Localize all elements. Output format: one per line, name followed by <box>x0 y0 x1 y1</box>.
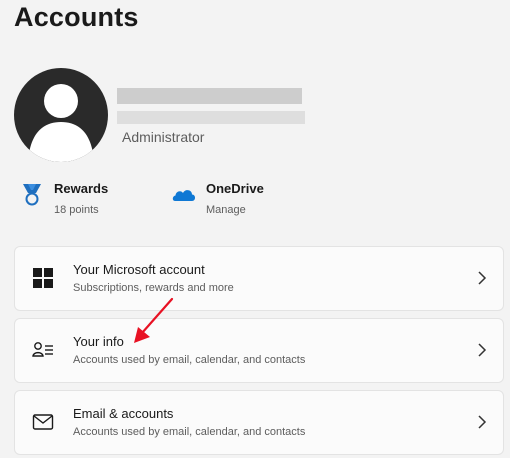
card-title: Email & accounts <box>73 406 174 421</box>
redacted-user-email <box>117 111 305 124</box>
onedrive-title: OneDrive <box>206 181 264 196</box>
mail-icon <box>32 414 54 430</box>
rewards-title: Rewards <box>54 181 109 196</box>
your-microsoft-account-card[interactable]: Your Microsoft account Subscriptions, re… <box>14 246 504 311</box>
card-subtitle: Subscriptions, rewards and more <box>73 282 234 294</box>
account-role: Administrator <box>122 129 205 145</box>
card-title: Your Microsoft account <box>73 262 205 277</box>
card-subtitle: Accounts used by email, calendar, and co… <box>73 354 306 366</box>
red-annotation-arrow <box>134 297 174 343</box>
avatar-silhouette-icon <box>28 84 94 162</box>
chevron-right-icon <box>478 415 487 429</box>
onedrive-manage: Manage <box>206 204 246 216</box>
chevron-right-icon <box>478 343 487 357</box>
rewards-medal-icon <box>23 184 41 206</box>
rewards-points: 18 points <box>54 204 99 216</box>
your-info-card[interactable]: Your info Accounts used by email, calend… <box>14 318 504 383</box>
card-title: Your info <box>73 334 124 349</box>
person-info-icon <box>32 342 53 357</box>
page-title: Accounts <box>14 2 139 32</box>
windows-logo-icon <box>33 268 53 288</box>
email-and-accounts-card[interactable]: Email & accounts Accounts used by email,… <box>14 390 504 455</box>
chevron-right-icon <box>478 271 487 285</box>
card-subtitle: Accounts used by email, calendar, and co… <box>73 426 306 438</box>
avatar[interactable] <box>14 68 108 162</box>
onedrive-cloud-icon <box>172 190 195 201</box>
redacted-user-name <box>117 88 302 104</box>
